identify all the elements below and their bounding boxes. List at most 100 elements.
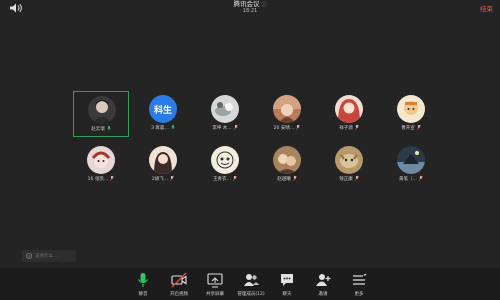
mic-muted-icon: [110, 176, 115, 181]
mute-button[interactable]: 静音: [123, 272, 163, 298]
tool-label: 开启视频: [170, 292, 188, 297]
participant-name-text: 李坤 木…: [212, 126, 232, 131]
avatar-image: [154, 152, 172, 174]
avatar-initials: 科生: [153, 105, 172, 116]
tool-label: 管理成员(12): [237, 292, 265, 297]
avatar: [149, 146, 177, 174]
mic-muted-icon: [354, 176, 359, 181]
participant-name: 赵越曦: [259, 176, 315, 183]
mic-muted-icon: [233, 176, 237, 181]
avatar-image: [92, 100, 112, 124]
participant-name: 3 蒋晨…: [135, 125, 191, 132]
avatar: [88, 96, 116, 124]
video-button[interactable]: 开启视频: [159, 272, 199, 298]
invite-icon: [316, 274, 331, 286]
members-button[interactable]: 管理成员(12): [231, 272, 271, 298]
mic-muted-icon: [170, 176, 175, 181]
participant-name-text: 赵越曦: [277, 177, 291, 182]
mic-icon: [138, 273, 148, 287]
chat-input[interactable]: [35, 251, 73, 261]
invite-button[interactable]: 邀请: [303, 272, 343, 298]
participant-tile[interactable]: 钱正康: [321, 142, 377, 188]
participant-grid: 赵云瑞 科生 3 蒋晨… 李坤 木… 20 安晴… 祥子源 曹开宣 16 张凯……: [70, 90, 440, 190]
avatar: [397, 95, 425, 123]
share-screen-icon: [207, 273, 223, 288]
mic-icon: [106, 126, 111, 130]
participant-tile[interactable]: 黄笔（…: [383, 142, 439, 188]
participant-tile[interactable]: 曹开宣: [383, 91, 439, 137]
end-meeting-button[interactable]: 结束: [480, 3, 493, 13]
participant-name: 李坤 木…: [197, 125, 253, 132]
avatar: [273, 146, 301, 174]
participant-tile[interactable]: 王青衣…: [197, 142, 253, 188]
participant-name-text: 2胡飞…: [151, 177, 169, 182]
participant-tile[interactable]: 赵越曦: [259, 142, 315, 188]
avatar: [273, 95, 301, 123]
participant-tile[interactable]: 2胡飞…: [135, 142, 191, 188]
participant-name-text: 曹开宣: [401, 126, 415, 131]
more-icon: [353, 274, 367, 285]
avatar-image: [340, 154, 358, 168]
participant-name: 曹开宣: [383, 125, 439, 132]
meeting-title-text: 腾讯会议: [233, 0, 260, 8]
participant-name: 钱正康: [321, 176, 377, 183]
participant-name-text: 祥子源: [339, 126, 353, 131]
avatar: [335, 95, 363, 123]
top-bar: 腾讯会议 ⓘ 18:21 结束: [0, 0, 500, 16]
avatar: [211, 95, 239, 123]
participant-name-text: 16 张凯…: [87, 177, 109, 182]
avatar-image: [277, 154, 297, 174]
avatar-image: [215, 102, 233, 116]
chat-icon: [281, 274, 293, 286]
avatar: [335, 146, 363, 174]
mic-icon: [170, 125, 175, 129]
participant-tile[interactable]: 李坤 木…: [197, 91, 253, 137]
avatar-image: [338, 99, 360, 123]
participant-name: 20 安晴…: [259, 125, 315, 132]
mic-muted-icon: [296, 125, 301, 130]
mic-muted-icon: [354, 125, 359, 130]
tool-label: 更多: [354, 292, 364, 297]
participant-tile[interactable]: 20 安晴…: [259, 91, 315, 137]
participant-tile[interactable]: 祥子源: [321, 91, 377, 137]
participant-name: 2胡飞…: [135, 176, 191, 183]
bottom-toolbar: 静音 开启视频 共享屏幕 管理成员(12) 聊天 邀请 更多: [0, 268, 500, 300]
video-off-icon: [171, 272, 187, 288]
participant-name-text: 赵云瑞: [91, 127, 105, 132]
members-icon: [244, 274, 259, 286]
chat-button[interactable]: 聊天: [267, 272, 307, 298]
participant-name-text: 钱正康: [339, 177, 353, 182]
participant-name-text: 3 蒋晨…: [151, 126, 169, 131]
avatar-image: [397, 151, 425, 174]
avatar-image: [216, 151, 234, 169]
mic-muted-icon: [233, 125, 238, 130]
participant-name: 祥子源: [321, 125, 377, 132]
avatar: [397, 146, 425, 174]
tool-label: 聊天: [282, 292, 292, 297]
avatar: [87, 146, 115, 174]
mic-muted-icon: [416, 125, 421, 130]
participant-name: 16 张凯…: [73, 176, 129, 183]
meeting-time: 18:21: [242, 8, 258, 14]
participant-name-text: 20 安晴…: [273, 126, 295, 131]
avatar: 科生: [149, 95, 177, 123]
participant-tile[interactable]: 16 张凯…: [73, 142, 129, 188]
avatar-image: [91, 151, 111, 168]
share-screen-button[interactable]: 共享屏幕: [195, 272, 235, 298]
mic-muted-icon: [292, 176, 297, 181]
avatar-image: [273, 95, 301, 123]
participant-name: 赵云瑞: [74, 126, 128, 133]
mic-muted-icon: [419, 176, 423, 181]
tool-label: 静音: [138, 292, 148, 297]
participant-name-text: 王青衣…: [213, 177, 231, 182]
more-button[interactable]: 更多: [339, 272, 379, 298]
avatar: [211, 146, 239, 174]
avatar-image: [404, 101, 418, 115]
emoji-icon[interactable]: [26, 253, 32, 259]
chat-input-box: [22, 250, 76, 262]
participant-tile[interactable]: 科生 3 蒋晨…: [135, 91, 191, 137]
tool-label: 共享屏幕: [206, 292, 224, 297]
participant-name: 王青衣…: [197, 176, 253, 183]
tool-label: 邀请: [318, 292, 328, 297]
participant-tile[interactable]: 赵云瑞: [73, 91, 129, 137]
